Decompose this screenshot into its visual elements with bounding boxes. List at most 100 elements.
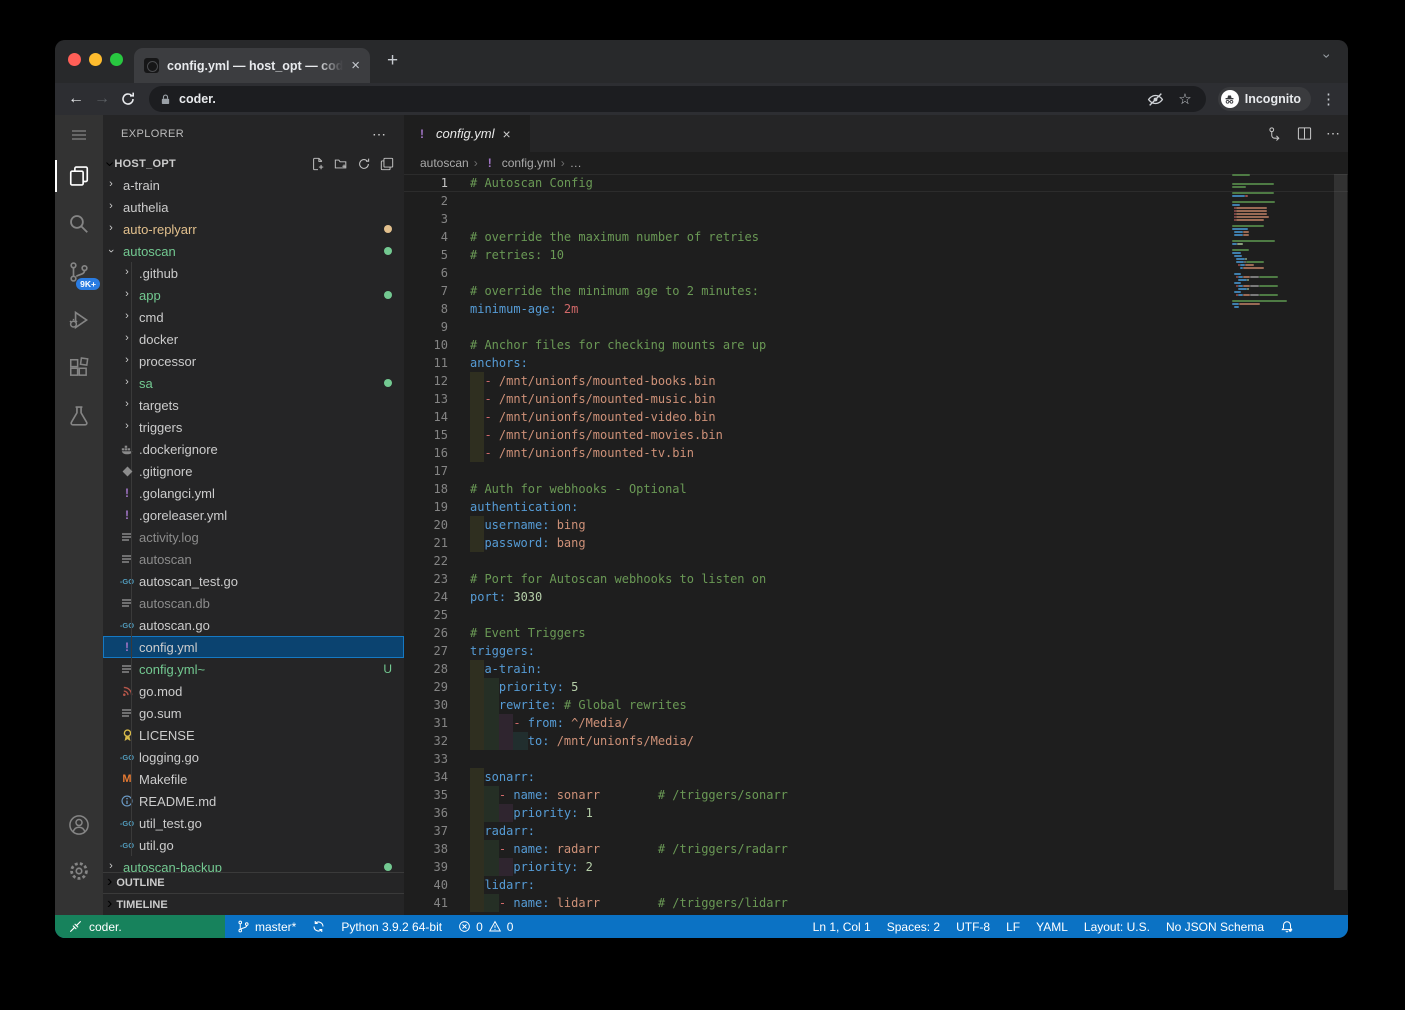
code-line-31[interactable]: 31- from: ^/Media/ bbox=[404, 714, 1348, 732]
breadcrumb-item[interactable]: … bbox=[570, 156, 582, 170]
tree-file-util-test-go[interactable]: -GOutil_test.go bbox=[103, 812, 404, 834]
code-line-40[interactable]: 40lidarr: bbox=[404, 876, 1348, 894]
tree-folder-triggers[interactable]: ›triggers bbox=[103, 416, 404, 438]
code-line-35[interactable]: 35- name: sonarr # /triggers/sonarr bbox=[404, 786, 1348, 804]
notifications-bell-icon[interactable] bbox=[1272, 915, 1302, 938]
code-line-25[interactable]: 25 bbox=[404, 606, 1348, 624]
problems-item[interactable]: 0 0 bbox=[450, 915, 521, 938]
tree-file-activity-log[interactable]: activity.log bbox=[103, 526, 404, 548]
code-line-16[interactable]: 16- /mnt/unionfs/mounted-tv.bin bbox=[404, 444, 1348, 462]
tree-file-go-sum[interactable]: go.sum bbox=[103, 702, 404, 724]
tree-file-autoscan-go[interactable]: -GOautoscan.go bbox=[103, 614, 404, 636]
tree-file--goreleaser-yml[interactable]: !.goreleaser.yml bbox=[103, 504, 404, 526]
split-editor-icon[interactable] bbox=[1297, 126, 1312, 141]
minimize-window-button[interactable] bbox=[89, 53, 102, 66]
tree-file--gitignore[interactable]: .gitignore bbox=[103, 460, 404, 482]
code-line-6[interactable]: 6 bbox=[404, 264, 1348, 282]
git-branch-item[interactable]: master* bbox=[229, 915, 304, 938]
editor-more-actions-icon[interactable]: ⋯ bbox=[1326, 125, 1340, 142]
code-line-38[interactable]: 38- name: radarr # /triggers/radarr bbox=[404, 840, 1348, 858]
tree-folder-processor[interactable]: ›processor bbox=[103, 350, 404, 372]
code-line-14[interactable]: 14- /mnt/unionfs/mounted-video.bin bbox=[404, 408, 1348, 426]
status-yaml[interactable]: YAML bbox=[1028, 915, 1076, 938]
tree-folder-autoscan-backup[interactable]: ›autoscan-backup bbox=[103, 856, 404, 872]
tree-folder-app[interactable]: ›app bbox=[103, 284, 404, 306]
code-line-29[interactable]: 29priority: 5 bbox=[404, 678, 1348, 696]
url-bar[interactable]: coder. ☆ bbox=[149, 86, 1206, 112]
code-line-15[interactable]: 15- /mnt/unionfs/mounted-movies.bin bbox=[404, 426, 1348, 444]
minimap[interactable] bbox=[1232, 174, 1320, 309]
editor-tab-configyml[interactable]: ! config.yml × bbox=[404, 115, 530, 152]
breadcrumb[interactable]: autoscan›!config.yml›… bbox=[404, 152, 1348, 174]
source-control-icon[interactable]: 9K+ bbox=[55, 252, 103, 292]
tree-file-makefile[interactable]: MMakefile bbox=[103, 768, 404, 790]
remote-indicator[interactable]: coder. bbox=[55, 915, 225, 938]
tab-search-chevron-icon[interactable]: › bbox=[1320, 54, 1336, 59]
sync-button[interactable] bbox=[304, 915, 333, 938]
code-line-34[interactable]: 34sonarr: bbox=[404, 768, 1348, 786]
tree-file-autoscan-db[interactable]: autoscan.db bbox=[103, 592, 404, 614]
settings-gear-icon[interactable] bbox=[55, 851, 103, 891]
tree-file-license[interactable]: LICENSE bbox=[103, 724, 404, 746]
tree-file--golangci-yml[interactable]: !.golangci.yml bbox=[103, 482, 404, 504]
code-line-41[interactable]: 41- name: lidarr # /triggers/lidarr bbox=[404, 894, 1348, 912]
code-line-24[interactable]: 24port: 3030 bbox=[404, 588, 1348, 606]
code-line-12[interactable]: 12- /mnt/unionfs/mounted-books.bin bbox=[404, 372, 1348, 390]
forward-button[interactable]: → bbox=[89, 90, 115, 108]
back-button[interactable]: ← bbox=[63, 90, 89, 108]
status-utf-8[interactable]: UTF-8 bbox=[948, 915, 998, 938]
tree-file-config-yml[interactable]: !config.yml bbox=[103, 636, 404, 658]
code-editor[interactable]: 1# Autoscan Config234# override the maxi… bbox=[404, 174, 1348, 915]
breadcrumb-item[interactable]: autoscan bbox=[420, 156, 469, 170]
outline-section[interactable]: › OUTLINE bbox=[103, 872, 404, 893]
refresh-explorer-icon[interactable] bbox=[357, 157, 371, 171]
run-debug-icon[interactable] bbox=[55, 300, 103, 340]
status-layout-u-s-[interactable]: Layout: U.S. bbox=[1076, 915, 1158, 938]
code-line-23[interactable]: 23# Port for Autoscan webhooks to listen… bbox=[404, 570, 1348, 588]
collapse-all-icon[interactable] bbox=[380, 157, 394, 171]
code-line-33[interactable]: 33 bbox=[404, 750, 1348, 768]
status-ln-1-col-1[interactable]: Ln 1, Col 1 bbox=[805, 915, 879, 938]
timeline-section[interactable]: › TIMELINE bbox=[103, 893, 404, 915]
eye-off-icon[interactable] bbox=[1147, 91, 1164, 108]
tree-folder-sa[interactable]: ›sa bbox=[103, 372, 404, 394]
explorer-more-icon[interactable]: ⋯ bbox=[372, 126, 386, 143]
tree-file-go-mod[interactable]: go.mod bbox=[103, 680, 404, 702]
status-lf[interactable]: LF bbox=[998, 915, 1028, 938]
code-line-19[interactable]: 19authentication: bbox=[404, 498, 1348, 516]
status-no-json-schema[interactable]: No JSON Schema bbox=[1158, 915, 1272, 938]
close-window-button[interactable] bbox=[68, 53, 81, 66]
account-icon[interactable] bbox=[55, 805, 103, 845]
code-line-9[interactable]: 9 bbox=[404, 318, 1348, 336]
breadcrumb-item[interactable]: config.yml bbox=[502, 156, 556, 170]
new-file-icon[interactable] bbox=[311, 157, 325, 171]
tree-file-autoscan[interactable]: autoscan bbox=[103, 548, 404, 570]
tree-folder-authelia[interactable]: ›authelia bbox=[103, 196, 404, 218]
editor-scrollbar[interactable] bbox=[1334, 174, 1347, 890]
code-line-32[interactable]: 32to: /mnt/unionfs/Media/ bbox=[404, 732, 1348, 750]
code-line-20[interactable]: 20username: bing bbox=[404, 516, 1348, 534]
tree-file-readme-md[interactable]: README.md bbox=[103, 790, 404, 812]
code-line-21[interactable]: 21password: bang bbox=[404, 534, 1348, 552]
code-line-1[interactable]: 1# Autoscan Config bbox=[404, 174, 1348, 192]
browser-tab[interactable]: config.yml — host_opt — code × bbox=[134, 48, 370, 83]
tree-folder--github[interactable]: ›.github bbox=[103, 262, 404, 284]
tree-folder-auto-replyarr[interactable]: ›auto-replyarr bbox=[103, 218, 404, 240]
extensions-icon[interactable] bbox=[55, 348, 103, 388]
code-line-3[interactable]: 3 bbox=[404, 210, 1348, 228]
code-line-39[interactable]: 39priority: 2 bbox=[404, 858, 1348, 876]
code-line-13[interactable]: 13- /mnt/unionfs/mounted-music.bin bbox=[404, 390, 1348, 408]
new-folder-icon[interactable] bbox=[334, 157, 348, 171]
tree-file-util-go[interactable]: -GOutil.go bbox=[103, 834, 404, 856]
code-line-37[interactable]: 37radarr: bbox=[404, 822, 1348, 840]
status-spaces-2[interactable]: Spaces: 2 bbox=[879, 915, 948, 938]
code-line-8[interactable]: 8minimum-age: 2m bbox=[404, 300, 1348, 318]
tree-file--dockerignore[interactable]: .dockerignore bbox=[103, 438, 404, 460]
testing-icon[interactable] bbox=[55, 396, 103, 436]
code-line-28[interactable]: 28a-train: bbox=[404, 660, 1348, 678]
code-line-26[interactable]: 26# Event Triggers bbox=[404, 624, 1348, 642]
tree-folder-docker[interactable]: ›docker bbox=[103, 328, 404, 350]
code-line-10[interactable]: 10# Anchor files for checking mounts are… bbox=[404, 336, 1348, 354]
tree-file-logging-go[interactable]: -GOlogging.go bbox=[103, 746, 404, 768]
menu-hamburger-icon[interactable] bbox=[55, 115, 103, 155]
